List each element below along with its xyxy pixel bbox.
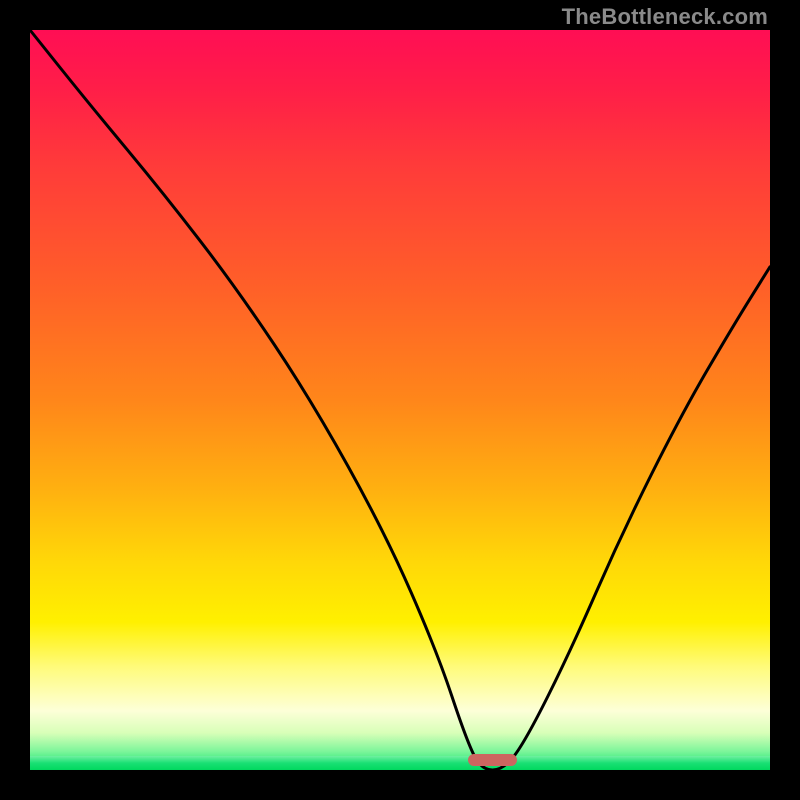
watermark-text: TheBottleneck.com bbox=[562, 4, 768, 30]
plot-area bbox=[30, 30, 770, 770]
chart-frame: TheBottleneck.com bbox=[0, 0, 800, 800]
optimum-marker bbox=[468, 754, 516, 766]
bottleneck-curve bbox=[30, 30, 770, 770]
